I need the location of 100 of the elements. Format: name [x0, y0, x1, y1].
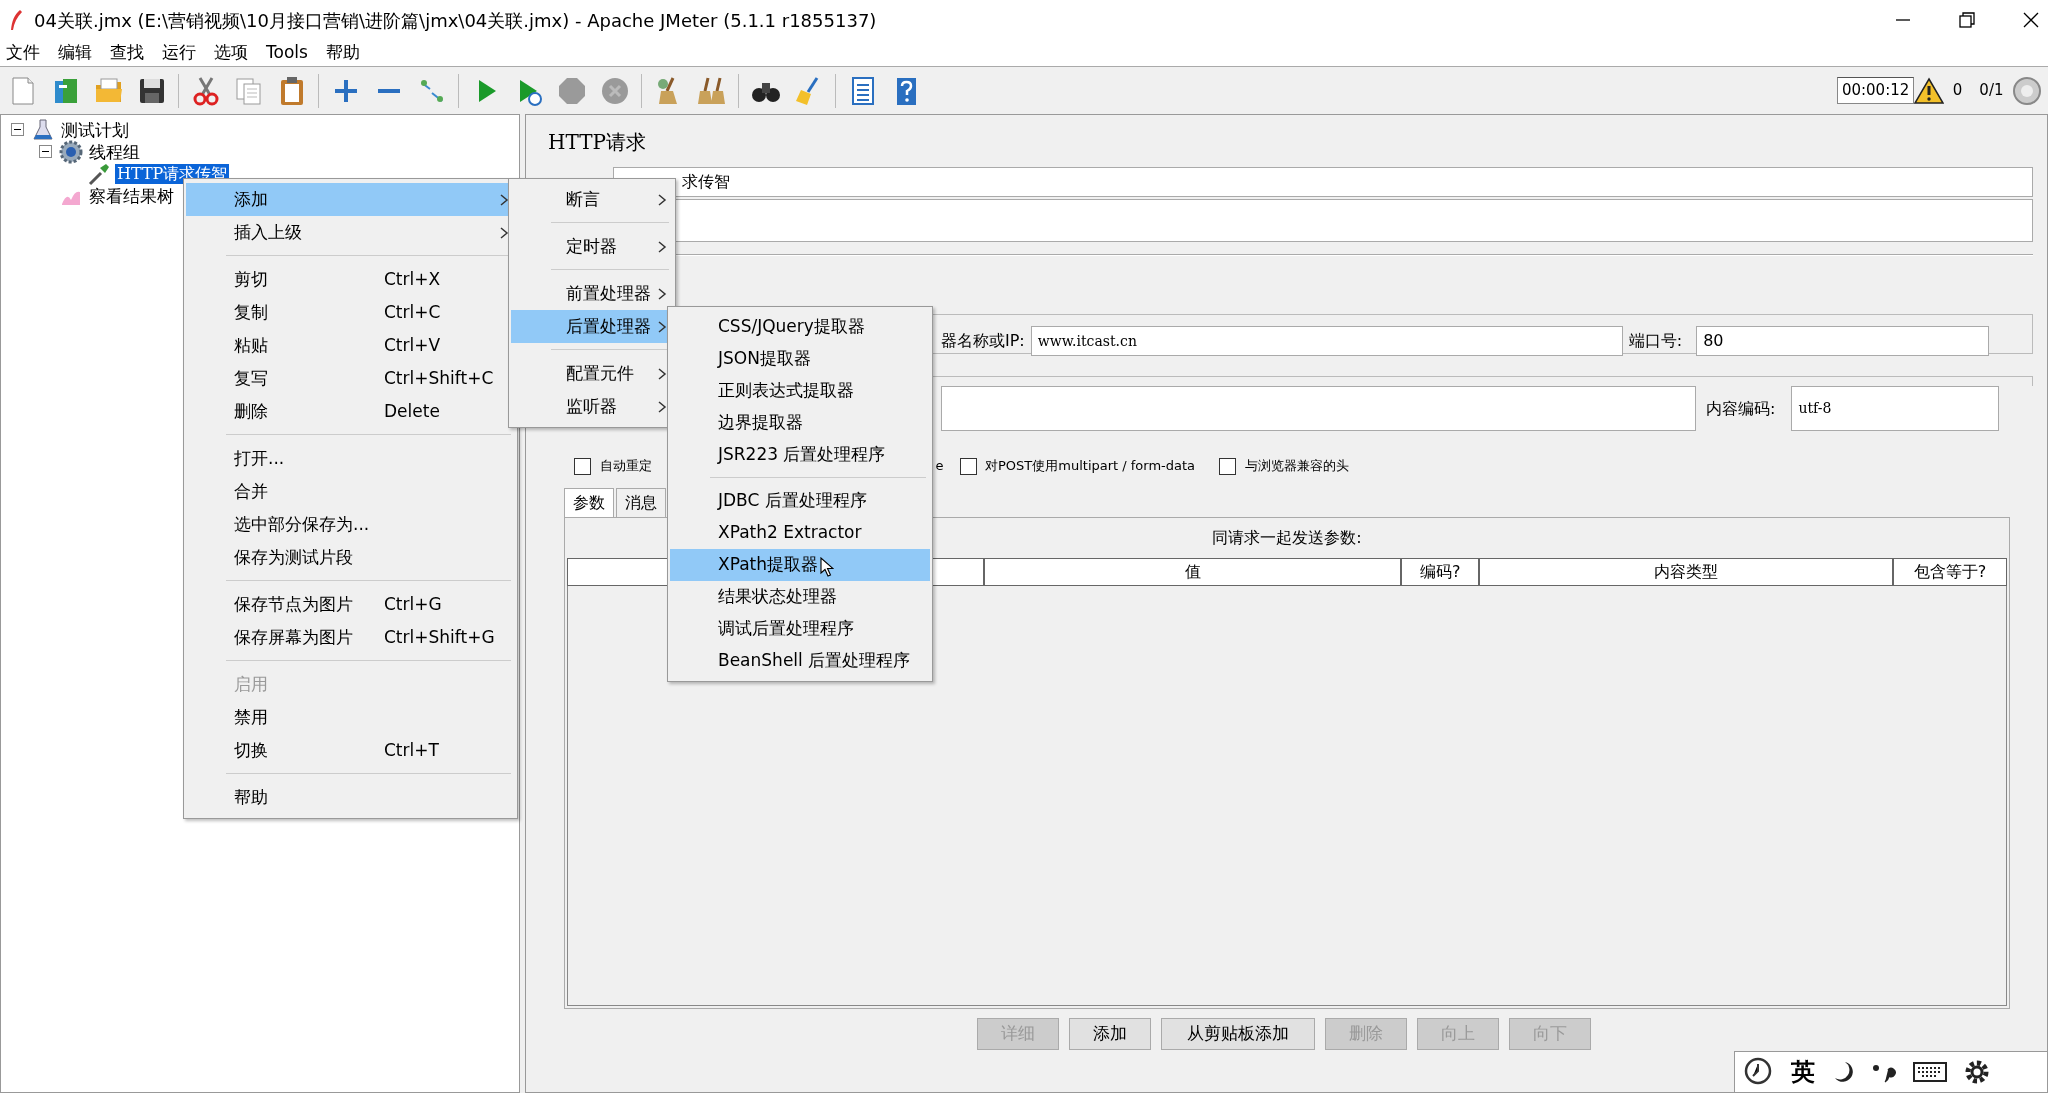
path-field[interactable]	[941, 386, 1696, 431]
menu-label: 结果状态处理器	[718, 585, 837, 609]
checkbox[interactable]	[1219, 457, 1237, 475]
menu-item[interactable]: XPath提取器	[670, 549, 930, 581]
menu-item[interactable]: 帮助	[325, 40, 360, 66]
menu-item[interactable]: JSON提取器	[670, 343, 930, 375]
server-label: 器名称或IP:	[941, 330, 1025, 352]
menu-label: 选中部分保存为...	[234, 512, 370, 536]
column-header: 编码?	[1401, 558, 1480, 586]
input-mode[interactable]: 英	[1791, 1054, 1815, 1090]
menu-item[interactable]: BeanShell 后置处理程序	[670, 645, 930, 677]
menu-label: 调试后置处理程序	[718, 617, 854, 641]
menu-item[interactable]: 切换 Ctrl+T	[186, 734, 515, 767]
chevron-right-icon	[499, 225, 509, 240]
chevron-right-icon	[657, 366, 667, 381]
menu-item[interactable]: 打开...	[186, 442, 515, 475]
option-label: 与浏览器兼容的头	[1244, 457, 1349, 476]
menu-item[interactable]: 编辑	[58, 40, 92, 66]
option-label: e	[935, 457, 944, 476]
action-button[interactable]: 从剪贴板添加	[1161, 1018, 1315, 1050]
chevron-right-icon	[657, 286, 667, 301]
menu-item[interactable]: XPath2 Extractor	[670, 517, 930, 549]
name-field[interactable]: 求传智	[613, 167, 2033, 197]
status-indicator-icon	[2012, 75, 2042, 106]
menu-item[interactable]: 帮助	[186, 781, 515, 814]
menu-label: 定时器	[566, 234, 617, 258]
encoding-field[interactable]: utf-8	[1791, 386, 2000, 431]
menu-item[interactable]: 保存屏幕为图片 Ctrl+Shift+G	[186, 621, 515, 654]
menu-label: 启用	[234, 672, 268, 696]
menu-label: XPath提取器	[718, 553, 818, 577]
menu-item[interactable]: 合并	[186, 475, 515, 508]
menu-item[interactable]: 选项	[214, 40, 248, 66]
tree-node[interactable]: 测试计划	[59, 120, 131, 140]
menu-label: 前置处理器	[566, 281, 651, 305]
menu-item[interactable]: 文件	[6, 40, 40, 66]
checkbox[interactable]	[574, 457, 591, 475]
menu-item[interactable]: 选中部分保存为...	[186, 508, 515, 541]
close-icon[interactable]	[2022, 11, 2040, 29]
restore-icon[interactable]	[1958, 11, 1976, 29]
menu-label: 剪切	[234, 267, 268, 291]
menu-item[interactable]: 保存节点为图片 Ctrl+G	[186, 588, 515, 621]
menu-label: 合并	[234, 479, 268, 503]
tab[interactable]: 消息	[616, 488, 666, 517]
menu-item[interactable]: 查找	[110, 40, 144, 66]
chevron-right-icon	[657, 239, 667, 254]
menu-label: XPath2 Extractor	[718, 521, 862, 545]
menu-item[interactable]: 保存为测试片段	[186, 541, 515, 574]
menu-label: 边界提取器	[718, 411, 803, 435]
collapse-toggle-icon[interactable]	[39, 145, 53, 159]
shortcut-label: Ctrl+V	[384, 333, 441, 357]
menu-label: 粘贴	[234, 333, 268, 357]
menu-item[interactable]: 定时器	[511, 230, 673, 263]
menu-item[interactable]: 前置处理器	[511, 277, 673, 310]
chevron-right-icon	[657, 192, 667, 207]
menu-item[interactable]: 运行	[162, 40, 196, 66]
option-label: 自动重定	[599, 457, 652, 476]
port-field[interactable]: 80	[1696, 326, 1990, 356]
shortcut-label: Ctrl+G	[384, 592, 442, 616]
tab[interactable]: 参数	[564, 488, 614, 517]
minus-icon	[376, 87, 401, 94]
menu-item[interactable]: 禁用	[186, 701, 515, 734]
warning-icon	[1914, 76, 1945, 105]
settings-icon[interactable]	[1963, 1058, 1991, 1086]
collapse-toggle-icon[interactable]	[11, 123, 25, 137]
menu-label: 保存屏幕为图片	[234, 625, 353, 649]
elapsed-time: 00:00:12	[1836, 77, 1915, 104]
menu-item[interactable]: 调试后置处理程序	[670, 613, 930, 645]
menu-label: 监听器	[566, 394, 617, 418]
keyboard-icon[interactable]	[1913, 1060, 1947, 1084]
menu-label: 断言	[566, 187, 600, 211]
menu-label: 帮助	[234, 785, 268, 809]
menu-label: 切换	[234, 738, 268, 762]
menu-label: 插入上级	[234, 220, 302, 244]
menu-label: 后置处理器	[566, 314, 651, 338]
shortcut-label: Ctrl+C	[384, 300, 441, 324]
menu-label: 正则表达式提取器	[718, 379, 854, 403]
column-header: 内容类型	[1479, 558, 1894, 586]
column-header: 值	[984, 558, 1402, 586]
feather-icon	[8, 9, 24, 31]
menu-label: JDBC 后置处理程序	[718, 489, 867, 513]
action-button[interactable]: 添加	[1069, 1018, 1151, 1050]
shortcut-label: Ctrl+Shift+C	[384, 366, 494, 390]
menu-label: 复制	[234, 300, 268, 324]
tree-node[interactable]: 线程组	[87, 142, 142, 162]
menu-label: 复写	[234, 366, 268, 390]
checkbox[interactable]	[959, 457, 977, 475]
menu-item[interactable]: 正则表达式提取器	[670, 375, 930, 407]
menu-item[interactable]: 边界提取器	[670, 407, 930, 439]
menu-label: JSON提取器	[718, 347, 811, 371]
server-field[interactable]: www.itcast.cn	[1030, 326, 1623, 356]
shortcut-label: Ctrl+T	[384, 738, 439, 762]
menu-label: 禁用	[234, 705, 268, 729]
menu-item[interactable]: 结果状态处理器	[670, 581, 930, 613]
column-header: 包含等于?	[1893, 558, 2007, 586]
menu-item[interactable]: JDBC 后置处理程序	[670, 485, 930, 517]
tree-node[interactable]: 察看结果树	[87, 186, 176, 206]
menu-item[interactable]: JSR223 后置处理程序	[670, 439, 930, 471]
cursor-icon	[820, 557, 834, 577]
menu-item[interactable]: CSS/JQuery提取器	[670, 311, 930, 343]
menu-item[interactable]: Tools	[266, 40, 308, 66]
